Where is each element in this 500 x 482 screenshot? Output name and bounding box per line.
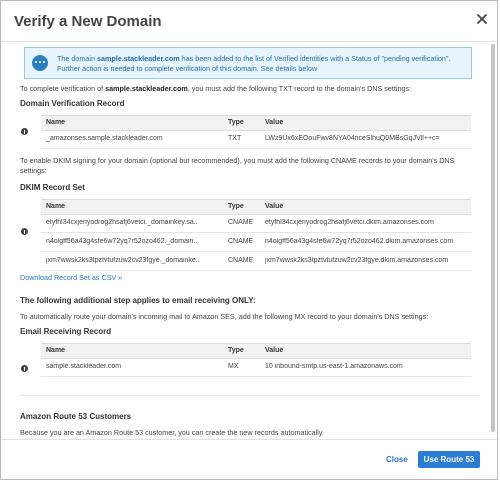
record-name: etyfhl34cxjeriyodrog2hsafj6vetci._domain… <box>46 219 198 226</box>
col-value-header: Value <box>265 203 284 210</box>
record-name: jxm7wwsk2ks3tpztvtufzuw2cv23fgye._domain… <box>46 257 200 264</box>
chat-bubble-icon <box>32 55 48 71</box>
divider <box>20 395 480 396</box>
table-header: Name Type Value <box>41 343 471 359</box>
dkim-record-set-title: DKIM Record Set <box>20 183 85 192</box>
col-value-header: Value <box>265 347 284 354</box>
scrollbar-thumb[interactable] <box>491 44 495 432</box>
dkim-intro: To enable DKIM signing for your domain (… <box>20 156 455 175</box>
use-route53-button[interactable]: Use Route 53 <box>418 451 480 468</box>
record-name: sample.stackleader.com <box>46 363 122 370</box>
record-name: n4olgff56a43g4sfe6w72yq7r52ozo462._domai… <box>46 238 198 245</box>
route53-text: Because you are an Amazon Route 53 custo… <box>20 428 324 437</box>
mx-record-table: Name Type Value sample.stackleader.com M… <box>41 343 471 377</box>
route53-title: Amazon Route 53 Customers <box>20 412 132 421</box>
record-value: n4olgff56a43g4sfe6w72yq7r52ozo462.dkim.a… <box>265 238 454 245</box>
record-type: TXT <box>228 135 242 142</box>
dialog-body[interactable]: The domain sample.stackleader.com has be… <box>1 42 497 438</box>
txt-intro-suffix: , you must add the following TXT record … <box>187 84 412 93</box>
domain-verification-title: Domain Verification Record <box>20 99 125 108</box>
col-name-header: Name <box>46 119 66 126</box>
table-row: n4olgff56a43g4sfe6w72yq7r52ozo462._domai… <box>41 233 471 252</box>
col-type-header: Type <box>228 203 244 210</box>
table-row: jxm7wwsk2ks3tpztvtufzuw2cv23fgye._domain… <box>41 252 471 271</box>
record-type: CNAME <box>228 238 254 245</box>
col-type-header: Type <box>228 347 244 354</box>
col-type-header: Type <box>228 119 244 126</box>
info-circle-icon[interactable] <box>21 228 28 235</box>
table-row: etyfhl34cxjeriyodrog2hsafj6vetci._domain… <box>41 214 471 233</box>
email-receiving-intro: To automatically route your domain's inc… <box>20 312 429 321</box>
table-header: Name Type Value <box>41 199 471 215</box>
download-csv-link[interactable]: Download Record Set as CSV » <box>20 273 122 282</box>
txt-intro: To complete verification of sample.stack… <box>20 84 480 94</box>
txt-intro-prefix: To complete verification of <box>20 84 106 93</box>
email-receiving-title: Email Receiving Record <box>20 327 112 336</box>
info-circle-icon[interactable] <box>21 365 28 372</box>
dialog-footer: Close Use Route 53 <box>1 439 497 480</box>
record-type: CNAME <box>228 257 254 264</box>
txt-intro-domain: sample.stackleader.com <box>105 84 188 93</box>
record-value: jxm7wwsk2ks3tpztvtufzuw2cv23fgye.dkim.am… <box>265 257 449 264</box>
email-receiving-heading: The following additional step applies to… <box>20 296 256 305</box>
see-details-link[interactable]: See details below <box>261 64 317 73</box>
table-header: Name Type Value <box>41 115 471 131</box>
info-prefix: The domain <box>57 54 97 63</box>
dkim-record-table: Name Type Value etyfhl34cxjeriyodrog2hsa… <box>41 199 471 271</box>
close-button[interactable]: Close <box>386 455 408 464</box>
info-banner-text: The domain sample.stackleader.com has be… <box>57 54 465 74</box>
close-icon[interactable] <box>475 12 489 26</box>
record-value: etyfhl34cxjeriyodrog2hsafj6vetci.dkim.am… <box>265 219 434 226</box>
record-type: CNAME <box>228 219 254 226</box>
verify-domain-dialog: Verify a New Domain The domain sample.st… <box>0 0 498 480</box>
record-value: 10 inbound-smtp.us-east-1.amazonaws.com <box>265 363 403 370</box>
table-row: _amazonses.sample.stackleader.com TXT LW… <box>41 130 471 149</box>
dialog-title: Verify a New Domain <box>14 13 162 30</box>
info-circle-icon[interactable] <box>21 128 28 135</box>
info-domain: sample.stackleader.com <box>96 54 180 63</box>
scrollbar[interactable] <box>490 44 496 438</box>
col-value-header: Value <box>265 119 284 126</box>
table-row: sample.stackleader.com MX 10 inbound-smt… <box>41 358 471 377</box>
col-name-header: Name <box>46 347 66 354</box>
record-value: LWz9Ux6xEOouFwv8NYA04nceSlhuQ0MBsGqJVll+… <box>265 135 440 142</box>
record-type: MX <box>228 363 239 370</box>
txt-record-table: Name Type Value _amazonses.sample.stackl… <box>41 115 471 149</box>
dialog-header: Verify a New Domain <box>1 1 497 42</box>
record-name: _amazonses.sample.stackleader.com <box>46 135 163 142</box>
info-banner: The domain sample.stackleader.com has be… <box>24 47 472 79</box>
col-name-header: Name <box>46 203 66 210</box>
